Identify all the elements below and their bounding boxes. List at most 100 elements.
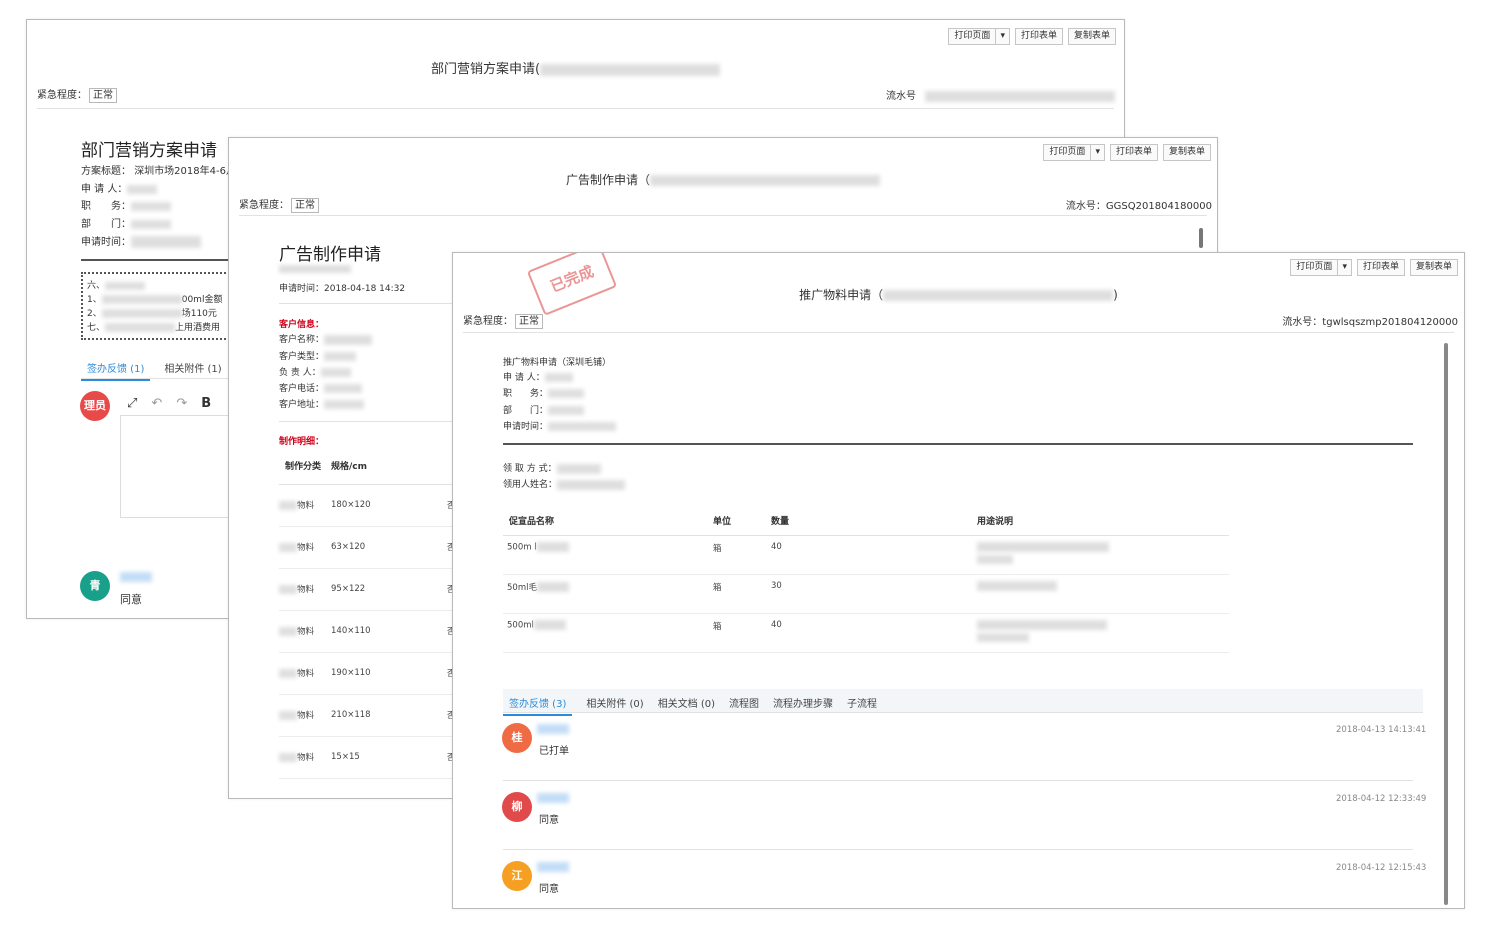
note-line: 六、 [87,278,146,291]
print-dropdown-button[interactable]: ▾ [1338,259,1352,276]
print-form-button[interactable]: 打印表单 [1109,144,1158,161]
field-label: 方案标题： [81,166,131,177]
tab-flowchart[interactable]: 流程图 [729,695,759,716]
col-header-unit: 单位 [713,506,771,536]
cell-category: 物料 [279,610,331,653]
redacted [925,90,1116,102]
feedback-tabs: 签办反馈 (3) 相关附件 (0) 相关文档 (0) 流程图 流程办理步骤 子流程 [503,695,877,716]
copy-form-button[interactable]: 复制表单 [1409,259,1458,276]
cell-spec: 15×15 [331,736,447,779]
page-heading: 部门营销方案申请 [81,141,217,161]
bold-icon[interactable]: B [201,396,211,411]
print-dropdown-button[interactable]: ▾ [996,28,1010,45]
note-text: 00ml金额 [181,295,223,305]
completed-stamp: 已完成 [526,253,618,316]
print-page-button[interactable]: 打印页面 [1043,144,1092,161]
copy-form-button[interactable]: 复制表单 [1162,144,1211,161]
redacted [320,368,351,377]
serial: 流水号 [886,87,1116,102]
detail-section: 制作明细： [279,437,325,447]
tab-feedback[interactable]: 签办反馈 (3) [503,695,573,716]
undo-icon[interactable]: ↶ [151,396,162,411]
subtitle: 推广物料申请（深圳毛铺） [503,358,612,368]
redacted [977,633,1029,642]
avatar: 江 [502,861,532,891]
cell-spec: 95×122 [331,568,447,611]
feedback-text: 同意 [539,815,559,826]
field-applicant: 申 请 人： [503,370,573,383]
tab-steps[interactable]: 流程办理步骤 [773,695,833,716]
tab-attachments[interactable]: 相关附件 (0) [586,695,643,716]
field-label: 申请时间： [81,237,131,248]
cell-spec: 63×120 [331,526,447,569]
field-plan-title: 方案标题： 深圳市场2018年4-6月 [81,162,236,177]
customer-section: 客户信息： [279,320,325,330]
comment-editor[interactable] [120,415,240,518]
divider [37,108,1114,109]
divider [503,443,1413,445]
redacted [536,582,569,592]
tab-documents[interactable]: 相关文档 (0) [658,695,715,716]
serial: 流水号：tgwlsqszmp201804120000 [1282,317,1458,328]
window-title: 推广物料申请（) [453,286,1464,303]
field-customer-type: 客户类型： [279,349,357,362]
scrollbar[interactable] [1444,343,1448,905]
tab-subflow[interactable]: 子流程 [847,695,877,716]
redacted [131,219,171,229]
feedback-text: 同意 [539,884,559,895]
scrollbar[interactable] [1199,228,1203,248]
table-row: 500m l 箱 40 [503,535,1229,575]
redacted [105,323,176,332]
toolbar: 打印页面 ▾ 打印表单 复制表单 [1043,144,1211,161]
note-text: 上用酒费用 [175,323,221,333]
field-label: 客户类型： [279,352,325,362]
redacted-name [537,724,569,734]
cell-text: 物料 [297,585,315,595]
redo-icon[interactable]: ↷ [176,396,187,411]
cell-name: 500ml [503,613,713,653]
redacted [324,334,373,345]
note-text: 1、 [87,295,102,305]
redacted [279,501,297,510]
cell-qty: 40 [771,613,977,653]
print-form-button[interactable]: 打印表单 [1356,259,1405,276]
urgency-label: 紧急程度： [37,90,87,101]
redacted [324,352,357,361]
avatar: 桂 [502,723,532,753]
toolbar: 打印页面 ▾ 打印表单 复制表单 [948,28,1116,45]
redacted [557,479,626,490]
cell-qty: 40 [771,535,977,575]
divider [279,303,459,304]
cell-category: 物料 [279,526,331,569]
note-line: 1、 00ml金额 [87,292,222,305]
window-title: 部门营销方案申请( [27,58,1124,77]
divider [503,780,1413,781]
redacted [977,541,1109,552]
urgency: 紧急程度： 正常 [463,312,543,329]
copy-form-button[interactable]: 复制表单 [1067,28,1116,45]
redacted [101,309,182,318]
urgency-label: 紧急程度： [463,316,513,327]
redacted [131,201,171,211]
print-page-button[interactable]: 打印页面 [948,28,997,45]
print-page-button[interactable]: 打印页面 [1290,259,1339,276]
cell-name: 500m l [503,535,713,575]
urgency-value: 正常 [515,314,543,329]
expand-icon[interactable]: ⤢ [127,396,137,411]
redacted [977,580,1057,591]
table-row: 物料63×120否 [279,526,459,569]
table-row: 物料95×122否 [279,568,459,611]
table-header-row: 制作分类 规格/cm [279,448,459,485]
cell-spec: 190×110 [331,652,447,695]
cell-text: 500ml [507,620,534,630]
cell-text: 物料 [297,543,315,553]
note-text: 六、 [87,281,106,291]
redacted [279,711,297,720]
print-dropdown-button[interactable]: ▾ [1091,144,1105,161]
field-address: 客户地址： [279,397,365,410]
cell-text: 物料 [297,501,315,511]
redacted [556,463,601,474]
print-form-button[interactable]: 打印表单 [1014,28,1063,45]
serial-label: 流水号 [886,91,916,102]
col-header-category: 制作分类 [279,448,331,485]
